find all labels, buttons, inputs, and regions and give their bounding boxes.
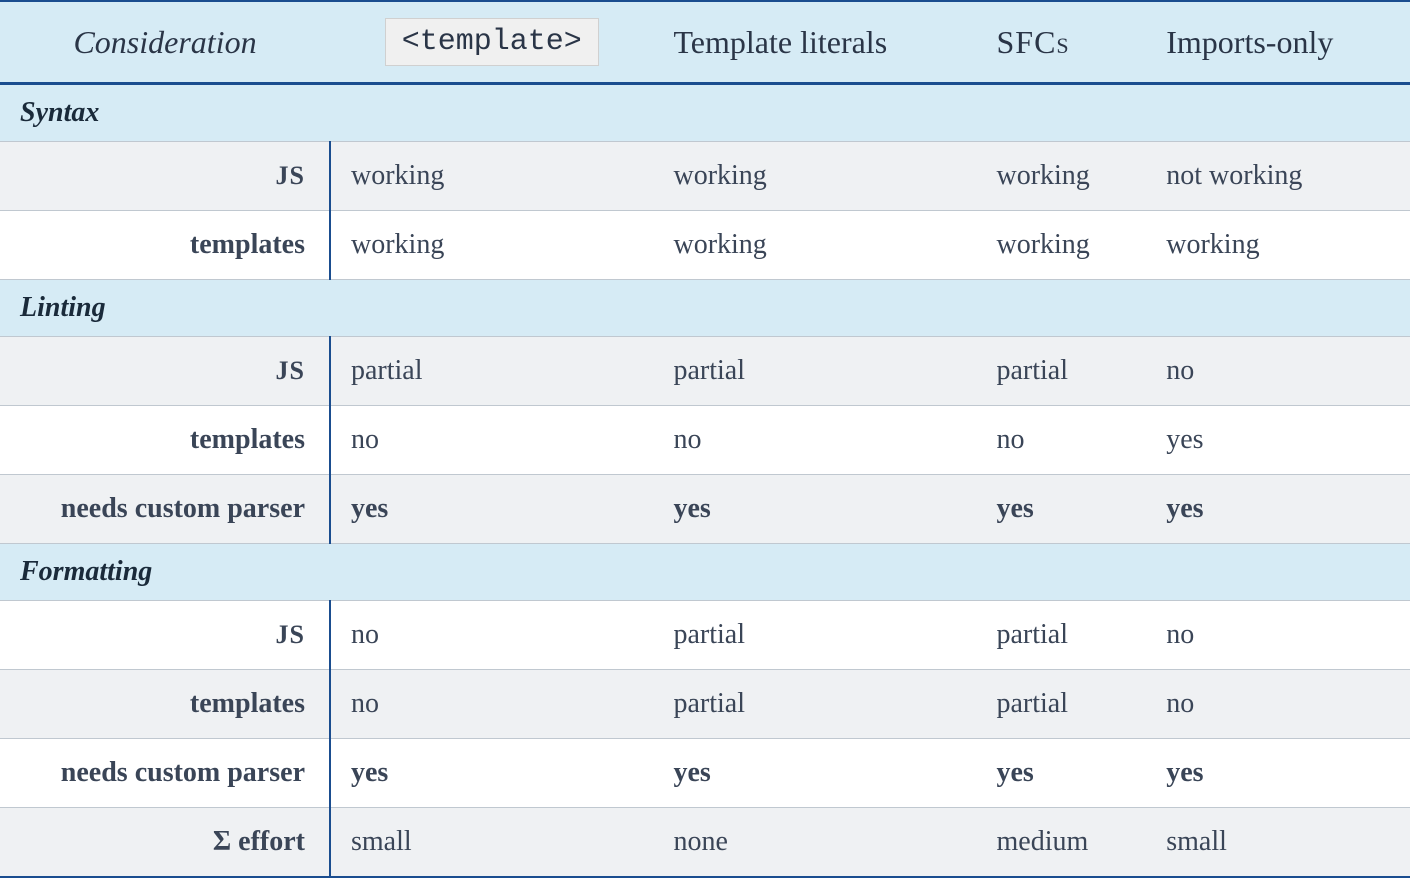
table-cell: partial — [653, 670, 976, 739]
table-cell: yes — [653, 739, 976, 808]
table-cell: no — [976, 406, 1146, 475]
section-row: Syntax — [0, 84, 1410, 142]
table-cell: no — [653, 406, 976, 475]
table-cell: yes — [653, 475, 976, 544]
table-cell: no — [1146, 337, 1410, 406]
section-row: Linting — [0, 280, 1410, 337]
header-literals: Template literals — [653, 1, 976, 84]
table-cell: yes — [1146, 406, 1410, 475]
row-label: JS — [0, 142, 330, 211]
table-cell: yes — [330, 739, 653, 808]
table-cell: no — [1146, 670, 1410, 739]
table-cell: partial — [330, 337, 653, 406]
table-row: JSpartialpartialpartialno — [0, 337, 1410, 406]
table-row: templatesnononoyes — [0, 406, 1410, 475]
header-sfcs: SFCs — [976, 1, 1146, 84]
table-cell: working — [976, 142, 1146, 211]
code-template-tag: <template> — [385, 18, 599, 66]
table-cell: medium — [976, 808, 1146, 878]
table-cell: yes — [976, 475, 1146, 544]
table-cell: not working — [1146, 142, 1410, 211]
table-cell: working — [653, 142, 976, 211]
row-label: templates — [0, 211, 330, 280]
row-label: JS — [0, 337, 330, 406]
header-consideration: Consideration — [0, 1, 330, 84]
section-title: Syntax — [0, 84, 1410, 142]
table-cell: working — [976, 211, 1146, 280]
table-cell: working — [330, 211, 653, 280]
table-cell: partial — [976, 601, 1146, 670]
table-cell: working — [330, 142, 653, 211]
table-row: JSworkingworkingworkingnot working — [0, 142, 1410, 211]
section-row: Formatting — [0, 544, 1410, 601]
row-label: templates — [0, 406, 330, 475]
table-row: JSnopartialpartialno — [0, 601, 1410, 670]
table-cell: working — [653, 211, 976, 280]
table-row: needs custom parseryesyesyesyes — [0, 739, 1410, 808]
row-label: JS — [0, 601, 330, 670]
row-label: needs custom parser — [0, 475, 330, 544]
table-cell: yes — [1146, 475, 1410, 544]
table-cell: partial — [653, 337, 976, 406]
table-cell: small — [330, 808, 653, 878]
row-label: needs custom parser — [0, 739, 330, 808]
table-header-row: Consideration <template> Template litera… — [0, 1, 1410, 84]
row-label: templates — [0, 670, 330, 739]
table-cell: none — [653, 808, 976, 878]
table-row: templatesworkingworkingworkingworking — [0, 211, 1410, 280]
comparison-table: Consideration <template> Template litera… — [0, 0, 1410, 878]
summary-row: Σ effortsmallnonemediumsmall — [0, 808, 1410, 878]
table-cell: yes — [976, 739, 1146, 808]
table-cell: yes — [1146, 739, 1410, 808]
table-row: templatesnopartialpartialno — [0, 670, 1410, 739]
table-cell: yes — [330, 475, 653, 544]
table-cell: partial — [653, 601, 976, 670]
section-title: Formatting — [0, 544, 1410, 601]
section-title: Linting — [0, 280, 1410, 337]
table-cell: partial — [976, 337, 1146, 406]
table-cell: no — [330, 601, 653, 670]
table-cell: partial — [976, 670, 1146, 739]
table-cell: no — [1146, 601, 1410, 670]
header-imports: Imports-only — [1146, 1, 1410, 84]
table-cell: small — [1146, 808, 1410, 878]
table-cell: working — [1146, 211, 1410, 280]
table-cell: no — [330, 670, 653, 739]
row-label-effort: Σ effort — [0, 808, 330, 878]
table-cell: no — [330, 406, 653, 475]
header-template: <template> — [330, 1, 653, 84]
table-row: needs custom parseryesyesyesyes — [0, 475, 1410, 544]
